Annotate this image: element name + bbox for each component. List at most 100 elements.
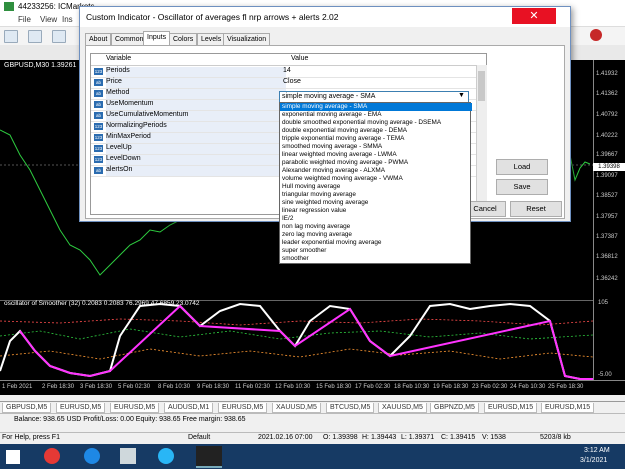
time-tick: 5 Feb 02:30: [118, 384, 151, 390]
time-tick: 2 Feb 18:30: [42, 384, 75, 390]
variable-name: Method: [106, 89, 286, 99]
tab-visualization[interactable]: Visualization: [223, 33, 271, 45]
dropdown-option[interactable]: double smoothed exponential moving avera…: [280, 119, 472, 127]
chrome-icon[interactable]: [44, 448, 60, 464]
chart-tab[interactable]: BTCUSD,M5: [326, 403, 375, 413]
enum-icon: ab: [94, 101, 103, 108]
time-tick: 3 Feb 18:30: [80, 384, 113, 390]
skype-icon[interactable]: [84, 448, 100, 464]
chart-tab[interactable]: AUDUSD,M1: [164, 403, 214, 413]
app-icon: [4, 2, 14, 11]
chart-tab[interactable]: XAUUSD,M5: [378, 403, 427, 413]
dropdown-option[interactable]: super smoother: [280, 247, 472, 255]
variable-value[interactable]: Close: [283, 78, 301, 85]
close-button[interactable]: ✕: [512, 8, 556, 24]
tab-inputs[interactable]: Inputs: [143, 31, 171, 46]
chart-tab[interactable]: EURUSD,M5: [218, 403, 268, 413]
oscillator-window[interactable]: [0, 300, 593, 381]
load-button[interactable]: Load: [496, 159, 548, 175]
chart-tab[interactable]: EURUSD,M15: [541, 403, 595, 413]
status-datetime: 2021.02.16 07:00: [258, 434, 313, 441]
dropdown-option[interactable]: zero lag moving average: [280, 231, 472, 239]
tab-about[interactable]: About: [85, 33, 112, 45]
time-tick: 1 Feb 2021: [2, 384, 33, 390]
reset-button[interactable]: Reset: [510, 201, 562, 217]
price-tick: 1.40792: [596, 112, 618, 118]
alert-icon[interactable]: [590, 29, 602, 41]
tab-levels[interactable]: Levels: [197, 33, 226, 45]
scrollbar-thumb[interactable]: [478, 71, 485, 101]
price-tick: 1.38527: [596, 193, 618, 199]
menu-file[interactable]: File: [18, 15, 31, 24]
current-price-badge: 1.39398: [593, 163, 625, 171]
dropdown-option[interactable]: linear weighted moving average - LWMA: [280, 151, 472, 159]
integer-icon: 123: [94, 156, 103, 163]
dropdown-option[interactable]: linear regression value: [280, 207, 472, 215]
grid-header: Variable Value: [91, 54, 486, 66]
time-tick: 24 Feb 10:30: [510, 384, 546, 390]
price-tick: 1.36812: [596, 254, 618, 260]
enum-icon: ab: [94, 167, 103, 174]
menu-insert[interactable]: Ins: [62, 15, 73, 24]
dropdown-option[interactable]: parabolic weighted moving average - PWMA: [280, 159, 472, 167]
chart-tab[interactable]: GBPNZD,M5: [430, 403, 479, 413]
balance-text: Balance: 938.65 USD Profit/Loss: 0.00 Eq…: [14, 416, 246, 423]
notepad-icon[interactable]: [120, 448, 136, 464]
menu-view[interactable]: View: [40, 15, 57, 24]
integer-icon: 123: [94, 123, 103, 130]
dropdown-option[interactable]: leader exponential moving average: [280, 239, 472, 247]
telegram-icon[interactable]: [158, 448, 174, 464]
market-watch-icon[interactable]: [52, 30, 66, 43]
price-tick: 1.41362: [596, 91, 618, 97]
time-tick: 11 Feb 02:30: [235, 384, 270, 390]
dropdown-option[interactable]: non lag moving average: [280, 223, 472, 231]
method-dropdown-list: simple moving average - SMA exponential …: [279, 102, 472, 264]
osc-tick: 105: [598, 300, 609, 306]
dropdown-option[interactable]: smoother: [280, 255, 472, 263]
price-tick: 1.36242: [596, 276, 618, 282]
enum-icon: ab: [94, 90, 103, 97]
time-tick: 18 Feb 10:30: [394, 384, 430, 390]
variable-name: UseCumulativeMomentum: [106, 111, 286, 121]
time-tick: 19 Feb 18:30: [433, 384, 469, 390]
save-button[interactable]: Save: [496, 179, 548, 195]
start-icon[interactable]: [6, 450, 20, 464]
chart-tab[interactable]: XAUUSD,M5: [272, 403, 321, 413]
chart-symbol-label: GBPUSD,M30 1.39261: [4, 62, 77, 69]
clock-time: 3:12 AM: [584, 447, 610, 454]
dropdown-option[interactable]: volume weighted moving average - VWMA: [280, 175, 472, 183]
variable-name: MinMaxPeriod: [106, 133, 286, 143]
tab-common[interactable]: Common: [111, 33, 148, 45]
dropdown-option[interactable]: sine weighted moving average: [280, 199, 472, 207]
metatrader-icon[interactable]: [196, 446, 222, 468]
variable-name: Price: [106, 78, 286, 88]
dropdown-option[interactable]: triangular moving average: [280, 191, 472, 199]
chart-tab[interactable]: GBPUSD,M5: [2, 403, 52, 413]
chevron-down-icon[interactable]: ▼: [458, 92, 465, 99]
oscillator-axis: 105 -5.00: [593, 300, 625, 380]
dropdown-option[interactable]: smoothed moving average - SMMA: [280, 143, 472, 151]
tab-colors[interactable]: Colors: [169, 33, 198, 45]
chart-tab[interactable]: EURUSD,M15: [484, 403, 538, 413]
dropdown-option[interactable]: tripple exponential moving average - TEM…: [280, 135, 472, 143]
new-chart-icon[interactable]: [4, 30, 18, 43]
dropdown-option[interactable]: IE/2: [280, 215, 472, 223]
terminal-bar: Balance: 938.65 USD Profit/Loss: 0.00 Eq…: [0, 413, 625, 427]
dropdown-option[interactable]: Alexander moving average - ALXMA: [280, 167, 472, 175]
chart-tab[interactable]: EURUSD,M5: [110, 403, 160, 413]
grid-scrollbar[interactable]: [476, 65, 487, 213]
dropdown-option[interactable]: double exponential moving average - DEMA: [280, 127, 472, 135]
dropdown-option[interactable]: exponential moving average - EMA: [280, 111, 472, 119]
enum-icon: ab: [94, 79, 103, 86]
dropdown-option[interactable]: Hull moving average: [280, 183, 472, 191]
variable-name: LevelDown: [106, 155, 286, 165]
dropdown-option[interactable]: simple moving average - SMA: [280, 103, 472, 111]
enum-icon: ab: [94, 112, 103, 119]
price-tick: 1.39667: [596, 152, 618, 158]
chart-tab[interactable]: EURUSD,M5: [56, 403, 106, 413]
time-tick: 15 Feb 18:30: [316, 384, 352, 390]
variable-value[interactable]: 14: [283, 67, 291, 74]
oscillator-label: oscillator of Smoother (32) 0.2083 0.208…: [4, 300, 200, 307]
profiles-icon[interactable]: [28, 30, 42, 43]
clock-date: 3/1/2021: [580, 457, 608, 464]
